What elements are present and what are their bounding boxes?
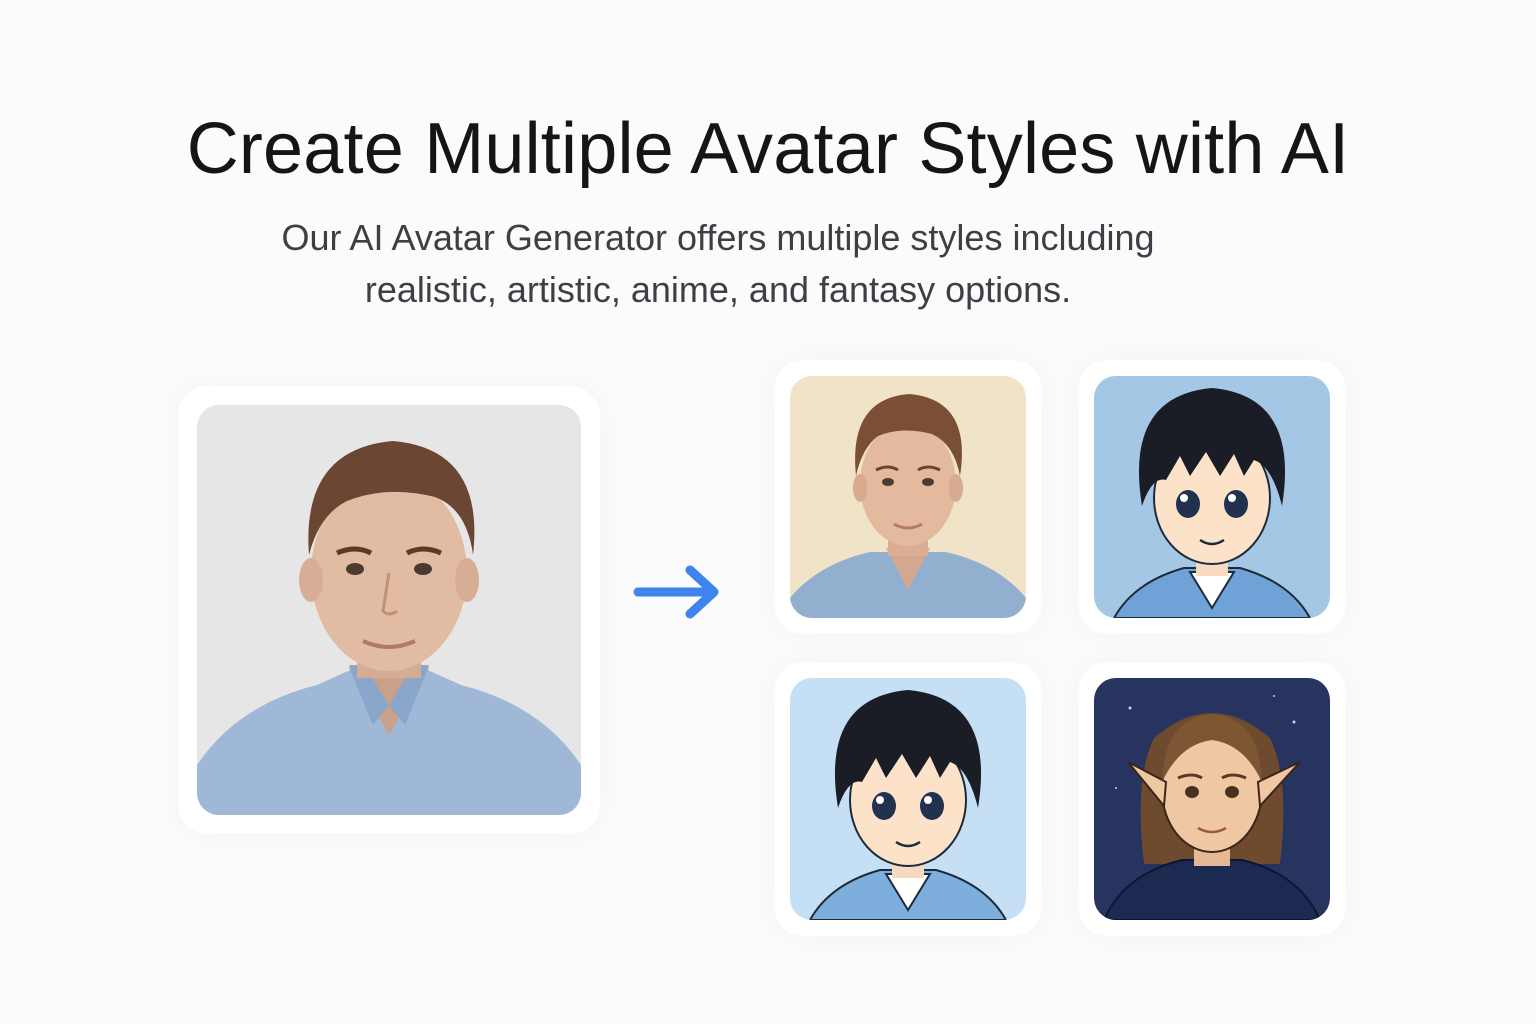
source-photo: [197, 405, 581, 815]
anime-portrait-image-2: [790, 678, 1026, 920]
page-title: Create Multiple Avatar Styles with AI: [186, 109, 1350, 189]
subtitle-line-2: realistic, artistic, anime, and fantasy …: [364, 269, 1072, 310]
source-portrait-image: [197, 405, 581, 815]
page-subtitle: Our AI Avatar Generator offers multiple …: [0, 212, 1436, 316]
subtitle-line-1: Our AI Avatar Generator offers multiple …: [281, 217, 1155, 258]
fantasy-avatar[interactable]: [1094, 678, 1330, 920]
realistic-portrait-image: [790, 376, 1026, 618]
fantasy-portrait-image: [1094, 678, 1330, 920]
anime-portrait-image-1: [1094, 376, 1330, 618]
realistic-avatar[interactable]: [790, 376, 1026, 618]
anime-avatar-1[interactable]: [1094, 376, 1330, 618]
anime-avatar-2[interactable]: [790, 678, 1026, 920]
right-arrow-icon: [633, 565, 719, 619]
